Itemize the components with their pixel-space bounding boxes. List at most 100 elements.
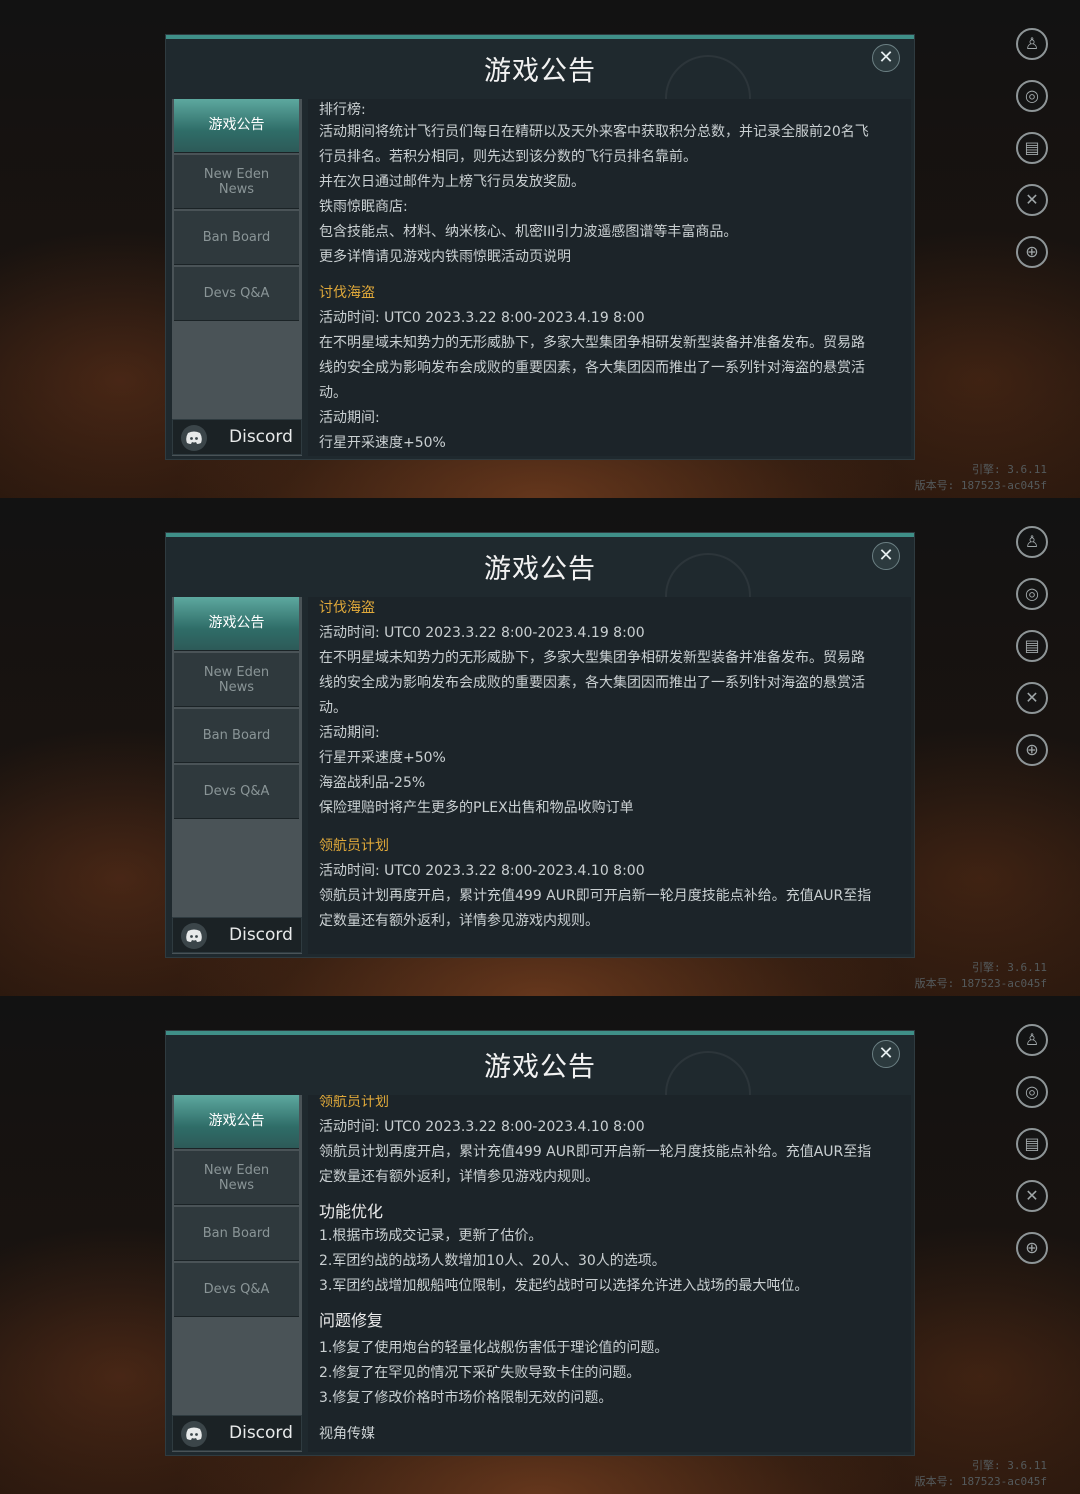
announcement-line: 排行榜: xyxy=(319,102,366,118)
signal-icon[interactable]: ◎ xyxy=(1016,80,1048,112)
announcement-line: 活动期间: xyxy=(319,725,380,741)
discord-button[interactable]: Discord xyxy=(172,917,302,953)
discord-icon xyxy=(181,1421,207,1447)
category-tabs: 游戏公告 New Eden News Ban Board Devs Q&A xyxy=(172,99,302,456)
tab-devs-qa[interactable]: Devs Q&A xyxy=(174,1263,299,1317)
announcement-screen: ♙ ◎ ▤ ✕ ⊕ 引擎: 3.6.11 版本号: 187523-ac045f 游戏公告 ✕ 游戏… xyxy=(0,996,1080,1494)
announcement-line: 在不明星域未知势力的无形威胁下，多家大型集团争相研发新型装备并准备发布。贸易路 xyxy=(319,335,865,351)
engine-version: 引擎: 3.6.11 xyxy=(972,961,1047,974)
announcement-line: 行星开采速度+50% xyxy=(319,435,446,451)
announcement-dialog: 游戏公告 ✕ 游戏公告 New Eden News Ban Board Devs Q&A D… xyxy=(165,1030,915,1456)
discord-label: Discord xyxy=(229,1423,293,1443)
announcement-line: 1.根据市场成交记录，更新了估价。 xyxy=(319,1228,543,1244)
announcement-line: 活动时间: UTC0 2023.3.22 8:00-2023.4.10 8:00 xyxy=(319,1119,645,1135)
event-heading: 讨伐海盗 xyxy=(319,600,375,616)
tab-ban-board[interactable]: Ban Board xyxy=(174,211,299,265)
tab-label: Ban Board xyxy=(202,728,271,743)
discord-label: Discord xyxy=(229,925,293,945)
announcement-line: 定数量还有额外返利，详情参见游戏内规则。 xyxy=(319,913,599,929)
engine-version: 引擎: 3.6.11 xyxy=(972,1459,1047,1472)
announcement-line: 2.修复了在罕见的情况下采矿失败导致卡住的问题。 xyxy=(319,1365,641,1381)
profile-icon[interactable]: ♙ xyxy=(1016,28,1048,60)
event-heading: 讨伐海盗 xyxy=(319,285,375,301)
announcement-content[interactable]: 领航员计划活动时间: UTC0 2023.3.22 8:00-2023.4.10… xyxy=(308,1095,911,1452)
category-tabs: 游戏公告 New Eden News Ban Board Devs Q&A xyxy=(172,597,302,954)
category-tabs: 游戏公告 New Eden News Ban Board Devs Q&A xyxy=(172,1095,302,1452)
build-version: 版本号: 187523-ac045f xyxy=(914,977,1047,990)
tab-label: New Eden News xyxy=(203,166,270,197)
close-icon[interactable]: ✕ xyxy=(872,44,900,72)
announcement-content[interactable]: 排行榜: 活动期间将统计飞行员们每日在精研以及天外来客中获取积分总数，并记录全服前… xyxy=(308,99,911,456)
announcement-line: 活动时间: UTC0 2023.3.22 8:00-2023.4.19 8:00 xyxy=(319,625,645,641)
announcement-line: 视角传媒 xyxy=(319,1426,375,1442)
announcement-dialog: 游戏公告 ✕ 游戏公告 New Eden News Ban Board Devs Q&A D… xyxy=(165,532,915,958)
profile-icon[interactable]: ♙ xyxy=(1016,526,1048,558)
announcement-line: 3.修复了修改价格时市场价格限制无效的问题。 xyxy=(319,1390,613,1406)
close-icon[interactable]: ✕ xyxy=(872,1040,900,1068)
tab-label: Ban Board xyxy=(202,230,271,245)
notes-icon[interactable]: ▤ xyxy=(1016,132,1048,164)
announcement-line: 活动期间将统计飞行员们每日在精研以及天外来客中获取积分总数，并记录全服前20名飞 xyxy=(319,124,869,140)
announcement-line: 定数量还有额外返利，详情参见游戏内规则。 xyxy=(319,1169,599,1185)
announcement-line: 保险理赔时将产生更多的PLEX出售和物品收购订单 xyxy=(319,800,634,816)
announcement-line: 行员排名。若积分相同，则先达到该分数的飞行员排名靠前。 xyxy=(319,149,697,165)
discord-icon xyxy=(181,425,207,451)
announcement-line: 动。 xyxy=(319,385,347,401)
globe-icon[interactable]: ⊕ xyxy=(1016,236,1048,268)
section-heading: 功能优化 xyxy=(319,1202,384,1221)
globe-icon[interactable]: ⊕ xyxy=(1016,734,1048,766)
announcement-line: 行星开采速度+50% xyxy=(319,750,446,766)
tools-icon[interactable]: ✕ xyxy=(1016,682,1048,714)
tab-devs-qa[interactable]: Devs Q&A xyxy=(174,267,299,321)
event-heading: 领航员计划 xyxy=(319,1095,389,1110)
tab-game-announcement[interactable]: 游戏公告 xyxy=(174,1095,299,1149)
announcement-line: 3.军团约战增加舰船吨位限制，发起约战时可以选择允许进入战场的最大吨位。 xyxy=(319,1278,809,1294)
dialog-title: 游戏公告 xyxy=(484,56,596,87)
announcement-screen: ♙ ◎ ▤ ✕ ⊕ 引擎: 3.6.11 版本号: 187523-ac045f 游戏公告 ✕ 游戏… xyxy=(0,498,1080,996)
tools-icon[interactable]: ✕ xyxy=(1016,1180,1048,1212)
tab-new-eden-news[interactable]: New Eden News xyxy=(174,1151,299,1205)
announcement-line: 领航员计划再度开启，累计充值499 AUR即可开启新一轮月度技能点补给。充值AU… xyxy=(319,888,872,904)
discord-button[interactable]: Discord xyxy=(172,1415,302,1451)
tab-label: Ban Board xyxy=(202,1226,271,1241)
announcement-line: 活动期间: xyxy=(319,410,380,426)
discord-button[interactable]: Discord xyxy=(172,419,302,455)
tab-game-announcement[interactable]: 游戏公告 xyxy=(174,597,299,651)
tab-new-eden-news[interactable]: New Eden News xyxy=(174,653,299,707)
tab-label: 游戏公告 xyxy=(208,615,265,631)
announcement-line: 活动时间: UTC0 2023.3.22 8:00-2023.4.10 8:00 xyxy=(319,863,645,879)
side-menu: ♙ ◎ ▤ ✕ ⊕ xyxy=(1004,0,1060,300)
tab-label: Devs Q&A xyxy=(203,784,270,799)
discord-icon xyxy=(181,923,207,949)
engine-version: 引擎: 3.6.11 xyxy=(972,463,1047,476)
announcement-dialog: 游戏公告 ✕ 游戏公告 New Eden News Ban Board Devs Q&A D… xyxy=(165,34,915,460)
tab-label: New Eden News xyxy=(203,1162,270,1193)
tab-label: 游戏公告 xyxy=(208,1113,265,1129)
announcement-content[interactable]: 讨伐海盗活动时间: UTC0 2023.3.22 8:00-2023.4.19 … xyxy=(308,597,911,954)
tab-ban-board[interactable]: Ban Board xyxy=(174,709,299,763)
close-icon[interactable]: ✕ xyxy=(872,542,900,570)
notes-icon[interactable]: ▤ xyxy=(1016,630,1048,662)
discord-label: Discord xyxy=(229,427,293,447)
announcement-screen: ♙ ◎ ▤ ✕ ⊕ 引擎: 3.6.11 版本号: 187523-ac045f 游戏公告 ✕ 游戏… xyxy=(0,0,1080,498)
globe-icon[interactable]: ⊕ xyxy=(1016,1232,1048,1264)
tab-new-eden-news[interactable]: New Eden News xyxy=(174,155,299,209)
tools-icon[interactable]: ✕ xyxy=(1016,184,1048,216)
side-menu: ♙ ◎ ▤ ✕ ⊕ xyxy=(1004,498,1060,798)
announcement-line: 铁雨惊眠商店: xyxy=(319,199,408,215)
tab-ban-board[interactable]: Ban Board xyxy=(174,1207,299,1261)
dialog-title: 游戏公告 xyxy=(484,1052,596,1083)
notes-icon[interactable]: ▤ xyxy=(1016,1128,1048,1160)
dialog-title: 游戏公告 xyxy=(484,554,596,585)
signal-icon[interactable]: ◎ xyxy=(1016,1076,1048,1108)
announcement-line: 并在次日通过邮件为上榜飞行员发放奖励。 xyxy=(319,174,585,190)
signal-icon[interactable]: ◎ xyxy=(1016,578,1048,610)
announcement-line: 海盗战利品-25% xyxy=(319,775,426,791)
announcement-line: 2.军团约战的战场人数增加10人、20人、30人的选项。 xyxy=(319,1253,666,1269)
profile-icon[interactable]: ♙ xyxy=(1016,1024,1048,1056)
tab-game-announcement[interactable]: 游戏公告 xyxy=(174,99,299,153)
dialog-accent-bar xyxy=(166,35,914,39)
tab-devs-qa[interactable]: Devs Q&A xyxy=(174,765,299,819)
event-heading: 领航员计划 xyxy=(319,838,389,854)
announcement-line: 动。 xyxy=(319,700,347,716)
